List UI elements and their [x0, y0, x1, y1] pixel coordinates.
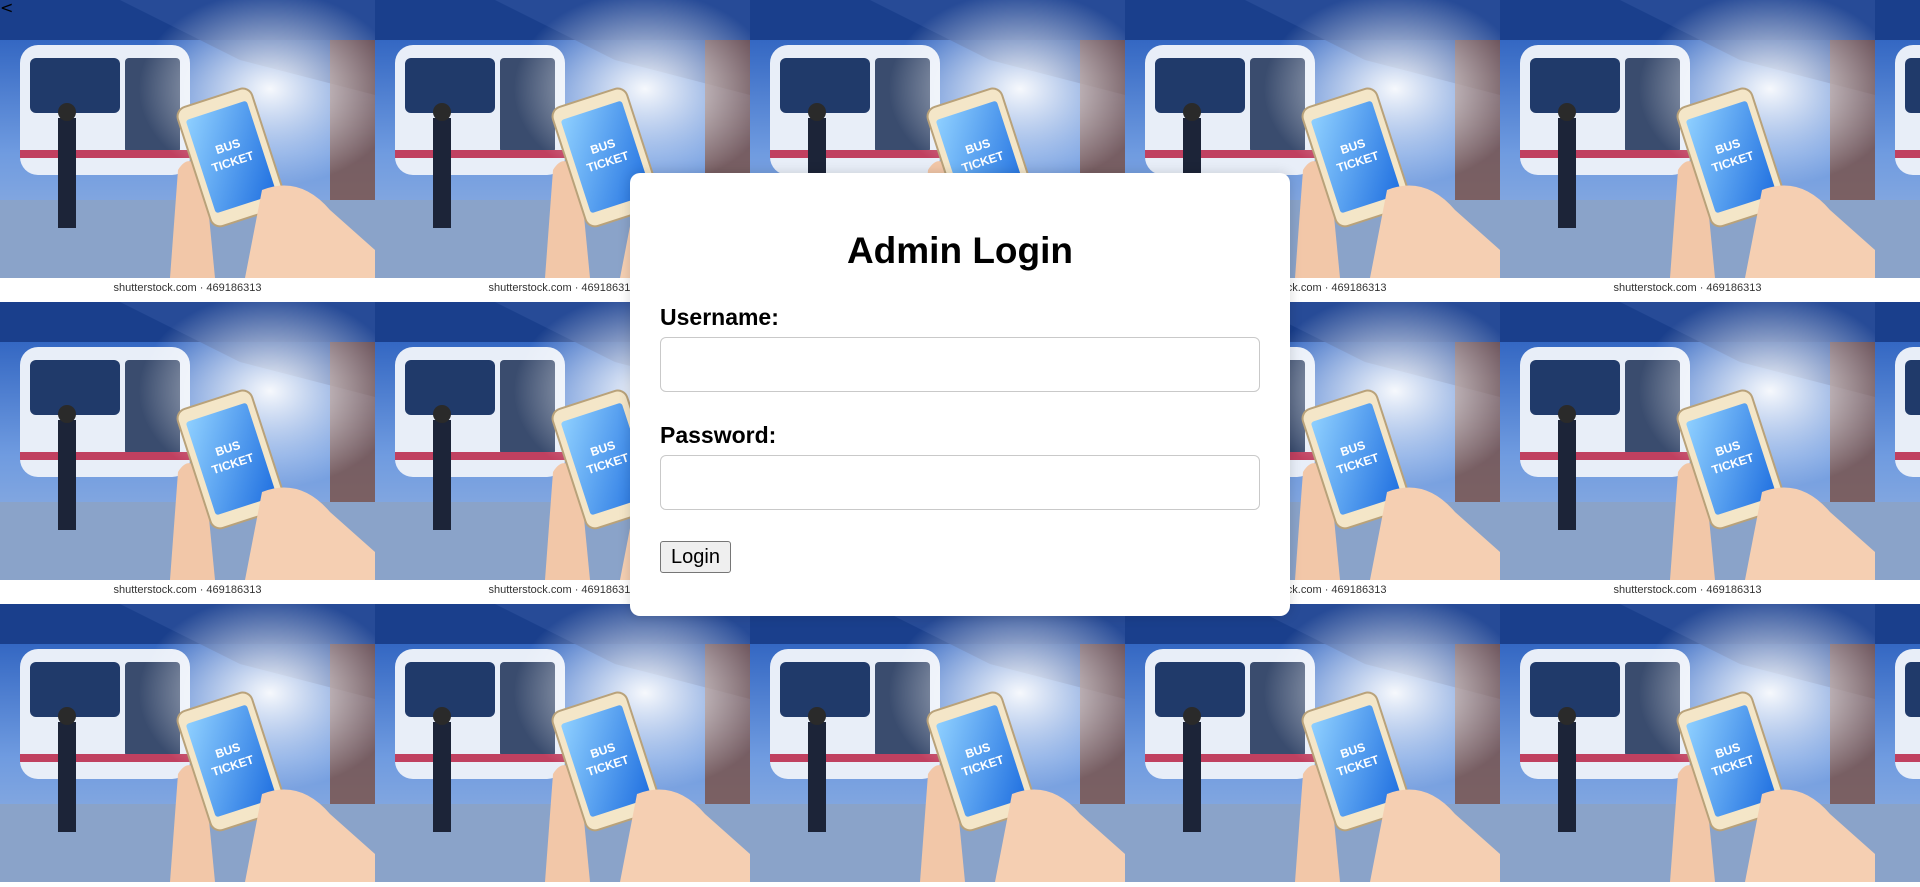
watermark-text: shutterstock.com · 469186313	[113, 584, 262, 596]
password-input[interactable]	[660, 455, 1260, 510]
background-tile: BUSTICKETshutterstock.com · 469186313	[1125, 604, 1500, 887]
username-input[interactable]	[660, 337, 1260, 392]
watermark-text: shutterstock.com · 469186313	[0, 883, 375, 887]
page-title: Admin Login	[846, 230, 1074, 271]
password-label: Password:	[660, 422, 777, 448]
bus-ticket-photo-icon: BUSTICKET	[0, 604, 375, 882]
bus-ticket-photo-icon: BUSTICKET	[1875, 302, 1920, 580]
background-tile: BUSTICKETshutterstock.com · 469186313	[1500, 604, 1875, 887]
watermark-text: shutterstock.com · 469186313	[1613, 282, 1762, 294]
watermark-text: shutterstock.com · 469186313	[113, 282, 262, 294]
bus-ticket-photo-icon: BUSTICKET	[0, 0, 375, 278]
background-tile: BUSTICKETshutterstock.com · 469186313	[750, 604, 1125, 887]
background-tile: BUSTICKET shutterstock.com · 469186313	[0, 0, 375, 302]
background-tile: BUSTICKETshutterstock.com · 469186313	[1875, 604, 1920, 887]
bus-ticket-photo-icon: BUSTICKET	[750, 604, 1125, 882]
background-tile: BUSTICKETshutterstock.com · 469186313	[0, 604, 375, 887]
background-tile: BUSTICKETshutterstock.com · 469186313	[1875, 302, 1920, 604]
watermark-text: shutterstock.com · 469186313	[1875, 581, 1920, 599]
login-form: Username: Password: Login	[660, 303, 1260, 573]
watermark-text: shutterstock.com · 469186313	[750, 883, 1125, 887]
background-tile: BUSTICKET shutterstock.com · 469186313	[1500, 0, 1875, 302]
watermark-text: shutterstock.com · 469186313	[1613, 584, 1762, 596]
username-label: Username:	[660, 304, 779, 330]
bus-ticket-photo-icon: BUSTICKET	[1500, 302, 1875, 580]
back-link[interactable]: <	[0, 0, 13, 17]
bus-ticket-photo-icon: BUSTICKET	[1500, 0, 1875, 278]
watermark-text: shutterstock.com · 469186313	[1125, 883, 1500, 887]
background-tile: BUSTICKET shutterstock.com · 469186313	[1500, 302, 1875, 604]
bus-ticket-photo-icon: BUSTICKET	[0, 302, 375, 580]
bus-ticket-photo-icon: BUSTICKET	[1875, 0, 1920, 278]
bus-ticket-photo-icon: BUSTICKET	[1500, 604, 1875, 882]
background-tile: BUSTICKET shutterstock.com · 469186313	[0, 302, 375, 604]
bus-ticket-photo-icon: BUSTICKET	[1125, 604, 1500, 882]
bus-ticket-photo-icon: BUSTICKET	[1875, 604, 1920, 882]
watermark-text: shutterstock.com · 469186313	[375, 883, 750, 887]
background-tile: BUSTICKETshutterstock.com · 469186313	[1875, 0, 1920, 302]
login-card: Admin Login Username: Password: Login	[630, 173, 1290, 616]
watermark-text: shutterstock.com · 469186313	[1875, 279, 1920, 297]
bus-ticket-photo-icon: BUSTICKET	[375, 604, 750, 882]
watermark-text: shutterstock.com · 469186313	[1500, 883, 1875, 887]
watermark-text: shutterstock.com · 469186313	[1875, 883, 1920, 887]
background-tile: BUSTICKETshutterstock.com · 469186313	[375, 604, 750, 887]
login-button[interactable]: Login	[660, 541, 731, 573]
